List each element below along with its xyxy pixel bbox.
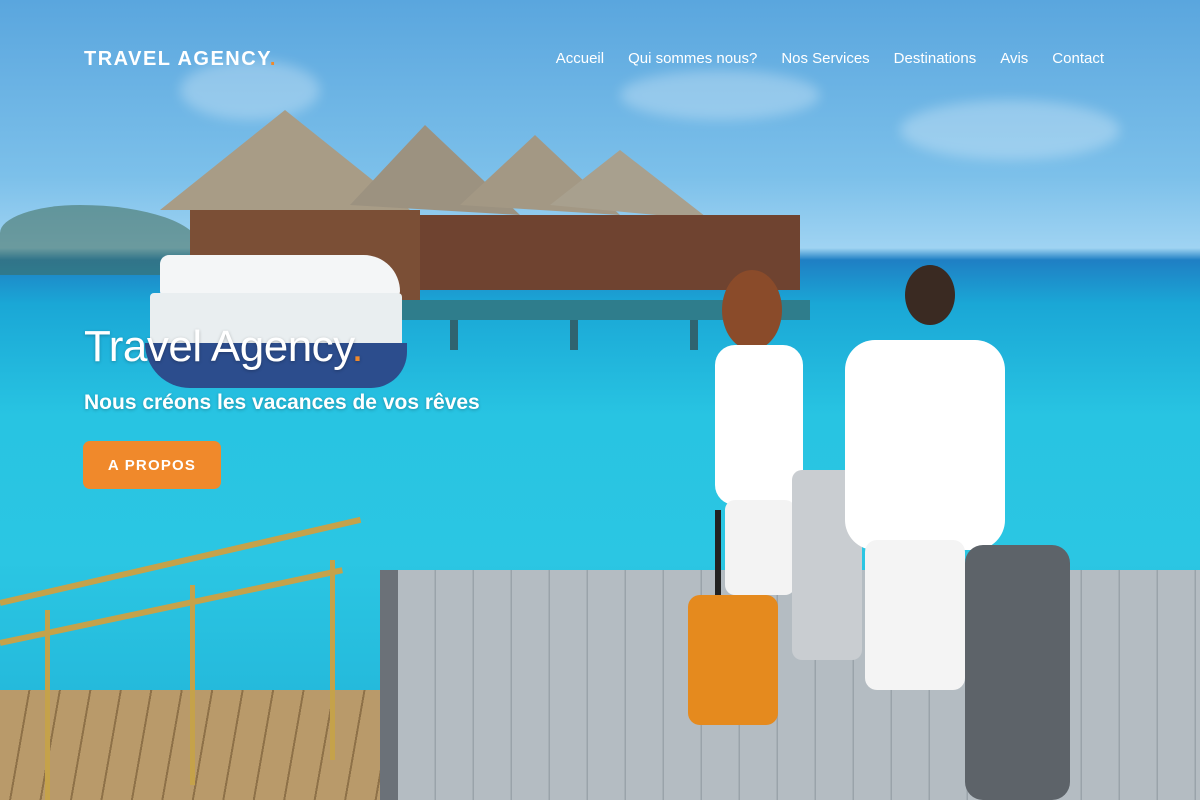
nav-item-destinations[interactable]: Destinations xyxy=(894,50,977,67)
hero-title-text: Travel Agency xyxy=(84,322,352,371)
hero-title: Travel Agency. xyxy=(84,322,364,372)
nav-item-nos-services[interactable]: Nos Services xyxy=(781,50,869,67)
nav-item-qui-sommes-nous[interactable]: Qui sommes nous? xyxy=(628,50,757,67)
nav-item-accueil[interactable]: Accueil xyxy=(556,50,604,67)
brand-name: TRAVEL AGENCY xyxy=(84,48,270,70)
hero-section: TRAVEL AGENCY. Accueil Qui sommes nous? … xyxy=(0,0,1200,800)
hero-subtitle: Nous créons les vacances de vos rêves xyxy=(84,391,480,414)
brand-logo[interactable]: TRAVEL AGENCY. xyxy=(84,48,277,71)
brand-dot: . xyxy=(269,48,277,70)
hero-title-dot: . xyxy=(351,322,364,371)
main-nav: Accueil Qui sommes nous? Nos Services De… xyxy=(556,50,1104,67)
nav-item-contact[interactable]: Contact xyxy=(1052,50,1104,67)
nav-item-avis[interactable]: Avis xyxy=(1000,50,1028,67)
about-button[interactable]: A PROPOS xyxy=(83,441,221,489)
